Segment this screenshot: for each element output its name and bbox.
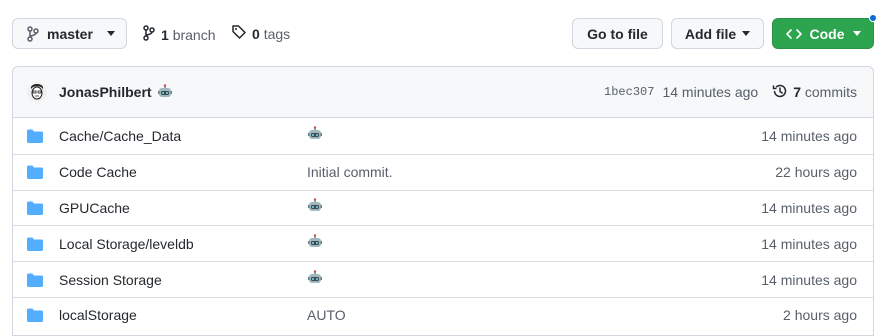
- caret-down-icon: [106, 31, 115, 36]
- file-age: 22 hours ago: [775, 164, 857, 181]
- tag-icon: [232, 25, 246, 42]
- commit-message-text: Initial commit.: [307, 164, 393, 181]
- folder-icon: [27, 165, 45, 180]
- code-button[interactable]: Code: [772, 18, 874, 49]
- file-age: 14 minutes ago: [761, 271, 857, 288]
- commit-message-link[interactable]: [307, 198, 323, 217]
- file-row[interactable]: localStorage AUTO 2 hours ago: [13, 296, 873, 333]
- branch-select-button[interactable]: master: [12, 18, 127, 49]
- commit-message-link[interactable]: [307, 234, 323, 253]
- robot-emoji-icon: [307, 270, 323, 289]
- file-age: 14 minutes ago: [761, 199, 857, 216]
- commit-message-text: AUTO: [307, 307, 346, 324]
- file-name-link[interactable]: Local Storage/leveldb: [59, 236, 194, 252]
- commit-message-link[interactable]: [307, 126, 323, 145]
- file-list: Cache/Cache_Data 14 minutes ago Code Cache…: [13, 118, 873, 333]
- branches-label: branch: [172, 26, 216, 43]
- file-row[interactable]: Local Storage/leveldb 14 minutes ago: [13, 225, 873, 261]
- latest-commit-header: JonasPhilbert 1bec307 14 minutes ago 7 c…: [13, 67, 873, 118]
- history-icon: [772, 83, 788, 102]
- tags-link[interactable]: 0 tags: [232, 25, 290, 42]
- branches-count: 1: [161, 26, 169, 43]
- folder-icon: [27, 129, 45, 143]
- go-to-file-button[interactable]: Go to file: [572, 18, 663, 49]
- file-age: 2 hours ago: [783, 307, 857, 324]
- commit-sha-link[interactable]: 1bec307: [604, 85, 654, 99]
- avatar[interactable]: [27, 82, 47, 102]
- robot-emoji-icon: [307, 198, 323, 217]
- file-name-link[interactable]: Code Cache: [59, 164, 137, 180]
- branch-name: master: [47, 25, 93, 42]
- add-file-label: Add file: [684, 25, 737, 42]
- file-row[interactable]: Session Storage 14 minutes ago: [13, 261, 873, 297]
- file-name-link[interactable]: localStorage: [59, 307, 137, 323]
- commits-count: 7: [793, 84, 801, 100]
- file-age: 14 minutes ago: [761, 127, 857, 144]
- file-name-link[interactable]: Session Storage: [59, 272, 162, 288]
- code-brackets-icon: [785, 28, 802, 40]
- commits-label: commits: [804, 84, 857, 100]
- commit-author[interactable]: JonasPhilbert: [59, 84, 152, 100]
- file-row[interactable]: Code Cache Initial commit. 22 hours ago: [13, 153, 873, 190]
- file-name-link[interactable]: GPUCache: [59, 200, 130, 216]
- folder-icon: [27, 308, 45, 323]
- tags-count: 0: [252, 25, 260, 42]
- folder-icon: [27, 273, 45, 287]
- code-label: Code: [809, 25, 845, 42]
- commit-message-link[interactable]: AUTO: [307, 307, 346, 323]
- repo-toolbar: master 1 branch 0 tags Go to file Add fi…: [0, 0, 880, 66]
- go-to-file-label: Go to file: [587, 25, 648, 42]
- commit-message-link[interactable]: [307, 270, 323, 289]
- commit-message-link[interactable]: Initial commit.: [307, 164, 393, 180]
- robot-emoji-icon: [157, 84, 173, 100]
- file-name-link[interactable]: Cache/Cache_Data: [59, 128, 181, 144]
- robot-emoji-icon: [307, 234, 323, 253]
- add-file-button[interactable]: Add file: [671, 18, 764, 49]
- notification-dot: [869, 14, 877, 22]
- robot-emoji-icon: [307, 126, 323, 145]
- commits-history-link[interactable]: 7 commits: [772, 83, 857, 102]
- file-navigation: JonasPhilbert 1bec307 14 minutes ago 7 c…: [12, 66, 874, 336]
- branches-link[interactable]: 1 branch: [143, 25, 216, 44]
- caret-down-icon: [742, 31, 751, 36]
- git-branch-icon: [143, 25, 155, 44]
- file-age: 14 minutes ago: [761, 235, 857, 252]
- folder-icon: [27, 201, 45, 215]
- folder-icon: [27, 237, 45, 251]
- git-branch-icon: [27, 25, 39, 42]
- file-row[interactable]: Cache/Cache_Data 14 minutes ago: [13, 118, 873, 154]
- commit-age: 14 minutes ago: [662, 84, 759, 100]
- tags-label: tags: [263, 25, 291, 42]
- caret-down-icon: [852, 31, 861, 36]
- file-row[interactable]: GPUCache 14 minutes ago: [13, 189, 873, 226]
